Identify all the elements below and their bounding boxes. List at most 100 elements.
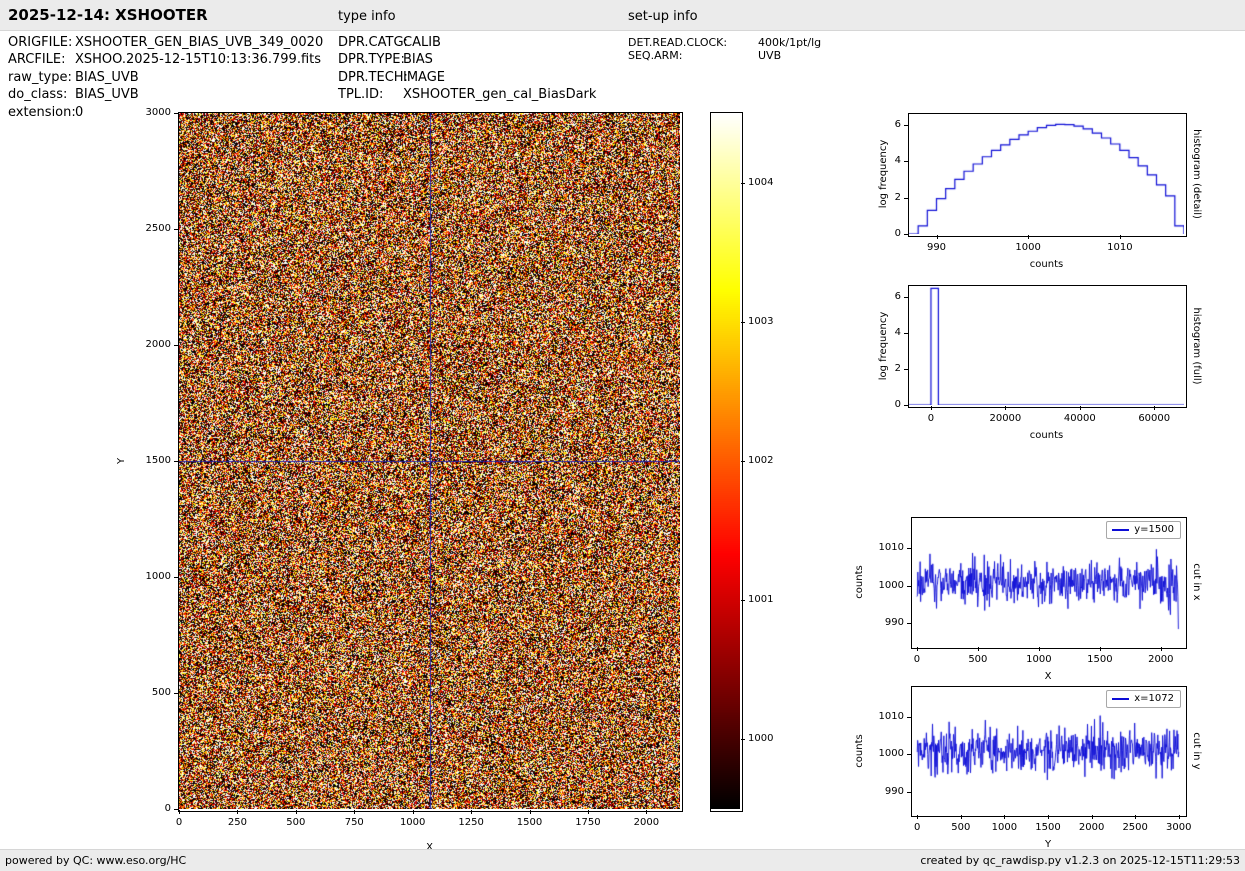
tick-mark (588, 810, 589, 814)
tick-mark (1005, 406, 1006, 410)
bias_image-xtick: 750 (345, 817, 364, 829)
tick-mark (174, 113, 178, 114)
cut_x-ytick: 990 (844, 617, 904, 629)
cut_y-ylabel: counts (854, 734, 866, 767)
colorbar-tick: 1003 (748, 316, 773, 328)
histogram_full-xtick: 60000 (1138, 413, 1170, 425)
histogram_detail-xlabel: counts (1030, 259, 1063, 271)
tick-mark (174, 229, 178, 230)
tick-mark (174, 461, 178, 462)
colorbar-tick: 1001 (748, 594, 773, 606)
tick-mark (907, 792, 911, 793)
tick-mark (904, 234, 908, 235)
tick-mark (1120, 235, 1121, 239)
cut_x-ytick: 1010 (844, 542, 904, 554)
tick-mark (907, 754, 911, 755)
bias_image-ytick: 3000 (111, 107, 171, 119)
tick-mark (174, 693, 178, 694)
cut_y-legend-label: x=1072 (1134, 693, 1174, 705)
cut_x-right-label: cut in x (1190, 563, 1202, 600)
cut_x-xtick: 1000 (1026, 654, 1051, 666)
colorbar-tick-mark (741, 183, 745, 184)
tick-mark (907, 586, 911, 587)
histogram_detail-ytick: 0 (841, 228, 901, 240)
cut_y-xtick: 0 (914, 822, 920, 834)
tick-mark (904, 369, 908, 370)
tick-mark (917, 647, 918, 651)
colorbar-tick-mark (741, 739, 745, 740)
histogram_detail-xtick: 1000 (1015, 242, 1040, 254)
tick-mark (978, 647, 979, 651)
bias_image-xtick: 1750 (575, 817, 600, 829)
cut_y-right-label: cut in y (1190, 732, 1202, 769)
tick-mark (961, 815, 962, 819)
cut_x-xtick: 0 (914, 654, 920, 666)
tick-mark (1100, 647, 1101, 651)
histogram_full-ytick: 2 (841, 363, 901, 375)
colorbar-tick: 1002 (748, 455, 773, 467)
tick-mark (904, 161, 908, 162)
bias_image-ytick: 1000 (111, 571, 171, 583)
cut_y-xtick: 2500 (1122, 822, 1147, 834)
histogram_full-canvas (909, 286, 1184, 405)
cut_y-legend: x=1072 (1106, 690, 1181, 708)
tick-mark (904, 125, 908, 126)
cut_x-ytick: 1000 (844, 580, 904, 592)
bias_image-ytick: 500 (111, 687, 171, 699)
tick-mark (907, 623, 911, 624)
histogram_detail-ytick: 4 (841, 155, 901, 167)
histogram_detail-xtick: 990 (927, 242, 946, 254)
tick-mark (907, 717, 911, 718)
cut_y-ytick: 990 (844, 786, 904, 798)
footer-bar: powered by QC: www.eso.org/HC created by… (0, 849, 1245, 871)
cut_x-xtick: 2000 (1148, 654, 1173, 666)
histogram_detail-right-label: histogram (detail) (1190, 129, 1202, 219)
bias_image-ylabel: Y (116, 458, 128, 464)
bias_image-ytick: 2000 (111, 339, 171, 351)
histogram_full-xtick: 0 (928, 413, 934, 425)
tick-mark (237, 810, 238, 814)
histogram_full-ytick: 4 (841, 327, 901, 339)
colorbar-tick-mark (741, 600, 745, 601)
cut_y-ytick: 1010 (844, 711, 904, 723)
cut_x-xtick: 1500 (1087, 654, 1112, 666)
tick-mark (1179, 815, 1180, 819)
tick-mark (646, 810, 647, 814)
cut_y-ytick: 1000 (844, 748, 904, 760)
tick-mark (904, 405, 908, 406)
histogram_detail-xtick: 1010 (1107, 242, 1132, 254)
plots-area: 0250500750100012501500175020000500100015… (0, 0, 1245, 870)
tick-mark (1092, 815, 1093, 819)
tick-mark (174, 809, 178, 810)
bias_image-ytick: 2500 (111, 223, 171, 235)
cut_x-legend: y=1500 (1106, 521, 1181, 539)
histogram_full-plot (908, 285, 1187, 408)
colorbar-tick-mark (741, 322, 745, 323)
bias_image-xtick: 1500 (517, 817, 542, 829)
tick-mark (1028, 235, 1029, 239)
bias_image-xtick: 250 (228, 817, 247, 829)
cut_y-xtick: 3000 (1166, 822, 1191, 834)
cut_y-xtick: 1500 (1035, 822, 1060, 834)
histogram_detail-canvas (909, 114, 1184, 234)
tick-mark (1039, 647, 1040, 651)
cut_x-legend-label: y=1500 (1134, 524, 1174, 536)
bias_image-xtick: 1000 (400, 817, 425, 829)
cut_x-ylabel: counts (854, 565, 866, 598)
histogram_detail-plot (908, 113, 1187, 237)
colorbar-tick: 1004 (748, 177, 773, 189)
histogram_detail-ytick: 6 (841, 119, 901, 131)
tick-mark (179, 810, 180, 814)
bias_image-xtick: 500 (286, 817, 305, 829)
tick-mark (354, 810, 355, 814)
tick-mark (1135, 815, 1136, 819)
histogram_detail-ytick: 2 (841, 192, 901, 204)
cut_y-xtick: 1000 (992, 822, 1017, 834)
histogram_full-xtick: 20000 (989, 413, 1021, 425)
footer-created-by: created by qc_rawdisp.py v1.2.3 on 2025-… (920, 854, 1240, 867)
colorbar-tick-mark (741, 461, 745, 462)
tick-mark (1161, 647, 1162, 651)
cut_x-xlabel: X (1045, 671, 1052, 683)
footer-powered-by: powered by QC: www.eso.org/HC (5, 854, 186, 867)
tick-mark (937, 235, 938, 239)
